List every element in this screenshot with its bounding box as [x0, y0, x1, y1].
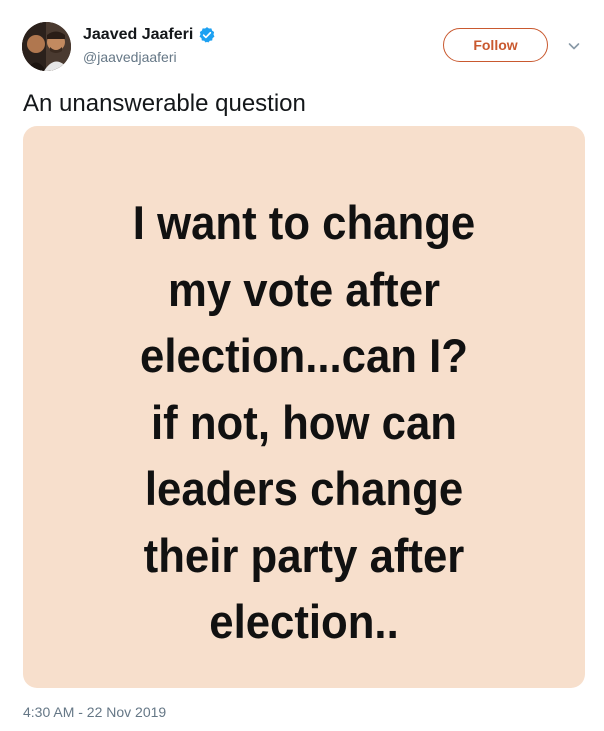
author-info[interactable]: Jaaved Jaaferi @jaavedjaaferi [83, 24, 216, 67]
media-text-block: I want to change my vote after election.… [23, 190, 585, 656]
author-handle[interactable]: @jaavedjaaferi [83, 47, 216, 67]
avatar[interactable] [22, 22, 71, 71]
media-text-line: my vote after [167, 262, 441, 316]
media-text-line: election.. [209, 595, 399, 648]
tweet-timestamp[interactable]: 4:30 AM - 22 Nov 2019 [23, 702, 166, 722]
follow-button[interactable]: Follow [443, 28, 548, 62]
media-text-line: election...can I? [140, 329, 468, 382]
verified-badge-icon [198, 26, 216, 44]
chevron-down-icon[interactable] [566, 38, 582, 54]
media-text-line: I want to change [132, 196, 476, 249]
tweet-text: An unanswerable question [23, 90, 306, 117]
media-text-line: their party after [143, 528, 465, 582]
media-text-line: if not, how can [151, 395, 457, 449]
author-display-name[interactable]: Jaaved Jaaferi [83, 24, 193, 46]
media-text-line: leaders change [144, 462, 464, 515]
tweet-header: Jaaved Jaaferi @jaavedjaaferi Follow [0, 0, 604, 84]
tweet-media-image[interactable]: I want to change my vote after election.… [23, 126, 585, 688]
